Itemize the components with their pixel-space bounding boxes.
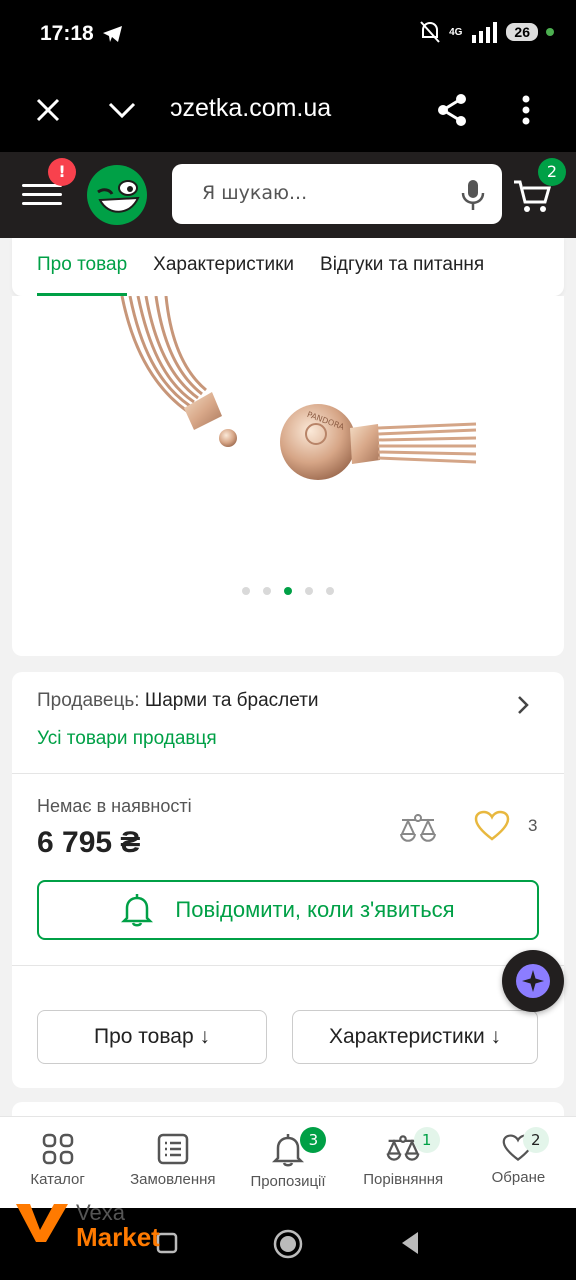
browser-bar: ɔzetka.com.ua	[0, 68, 576, 152]
status-indicators: 4G 26	[419, 20, 554, 44]
mute-icon	[420, 21, 440, 43]
nav-compare[interactable]: Порівняння 1	[346, 1117, 461, 1208]
status-time: 17:18	[40, 22, 94, 45]
tab-specs[interactable]: Характеристики	[153, 238, 294, 296]
jump-about-button[interactable]: Про товар ↓	[37, 1010, 267, 1064]
chevron-right-icon[interactable]	[516, 694, 530, 716]
search-box[interactable]	[172, 164, 502, 224]
ai-sparkle-icon	[516, 964, 550, 998]
favorites-count: 3	[528, 816, 538, 835]
nav-label: Замовлення	[130, 1171, 216, 1188]
favorite-heart-icon[interactable]	[474, 810, 510, 842]
availability-status: Немає в наявності	[37, 796, 192, 816]
offers-badge: 3	[300, 1127, 327, 1153]
menu-alert-badge: !	[48, 158, 76, 186]
price: 6 795 ₴	[37, 826, 141, 859]
more-icon[interactable]	[504, 88, 548, 132]
gallery-dot[interactable]	[242, 587, 250, 595]
url-text[interactable]: ɔzetka.com.ua	[170, 94, 331, 123]
watermark-logo-icon	[16, 1204, 68, 1242]
compare-icon[interactable]	[398, 812, 438, 846]
chevron-down-icon[interactable]	[100, 88, 144, 132]
network-type: 4G	[449, 26, 463, 38]
nav-label: Порівняння	[363, 1171, 444, 1188]
mic-icon[interactable]	[460, 178, 486, 212]
battery-icon: 26	[506, 23, 538, 41]
gallery-pagination	[12, 587, 564, 595]
share-icon[interactable]	[430, 88, 474, 132]
product-gallery[interactable]: PANDORA	[12, 296, 564, 656]
divider	[12, 773, 564, 774]
signal-icon	[472, 22, 498, 43]
gallery-dot[interactable]	[326, 587, 334, 595]
divider	[12, 965, 564, 966]
status-bar: 17:18 4G 26	[0, 0, 576, 68]
jump-specs-button[interactable]: Характеристики ↓	[292, 1010, 538, 1064]
logo-icon[interactable]	[86, 164, 148, 226]
telegram-icon	[103, 26, 122, 42]
search-input[interactable]	[202, 182, 442, 204]
privacy-dot	[546, 28, 554, 36]
notify-when-available-button[interactable]: Повідомити, коли з'явиться	[37, 880, 539, 940]
bottom-nav: Каталог Замовлення Пропозиції 3 Порівнян…	[0, 1116, 576, 1208]
ai-assistant-button[interactable]	[502, 950, 564, 1012]
nav-favorites[interactable]: Обране 2	[461, 1117, 576, 1208]
nav-label: Каталог	[30, 1171, 85, 1188]
compare-badge: 1	[413, 1127, 440, 1153]
bracelet-image: PANDORA	[120, 296, 477, 480]
nav-offers[interactable]: Пропозиції 3	[230, 1117, 345, 1208]
seller-label: Продавець:	[37, 690, 140, 711]
product-tabs: Про товар Характеристики Відгуки та пита…	[12, 238, 564, 296]
seller-line[interactable]: Продавець: Шарми та браслети	[37, 690, 319, 712]
close-icon[interactable]	[26, 88, 70, 132]
gallery-dot-active[interactable]	[284, 587, 292, 595]
app-header: ! 2	[0, 152, 576, 238]
seller-name[interactable]: Шарми та браслети	[145, 690, 319, 711]
gallery-dot[interactable]	[305, 587, 313, 595]
home-icon[interactable]	[272, 1228, 304, 1260]
watermark-line2: Market	[76, 1222, 160, 1252]
catalog-icon	[42, 1133, 73, 1165]
favorites-badge: 2	[522, 1127, 549, 1153]
orders-icon	[157, 1133, 189, 1165]
tab-reviews[interactable]: Відгуки та питання	[320, 238, 484, 296]
nav-catalog[interactable]: Каталог	[0, 1117, 115, 1208]
bell-icon	[121, 894, 154, 927]
watermark: Vexa Market	[14, 1200, 160, 1252]
offer-card: Продавець: Шарми та браслети Усі товари …	[12, 672, 564, 1088]
back-icon[interactable]	[398, 1230, 422, 1256]
nav-label: Пропозиції	[250, 1173, 326, 1190]
cart-count-badge: 2	[538, 158, 566, 186]
all-seller-products-link[interactable]: Усі товари продавця	[37, 728, 217, 750]
bell-icon	[272, 1134, 304, 1167]
gallery-dot[interactable]	[263, 587, 271, 595]
nav-orders[interactable]: Замовлення	[115, 1117, 230, 1208]
tab-about[interactable]: Про товар	[37, 238, 128, 296]
notify-button-label: Повідомити, коли з'явиться	[175, 897, 455, 922]
nav-label: Обране	[491, 1169, 546, 1186]
